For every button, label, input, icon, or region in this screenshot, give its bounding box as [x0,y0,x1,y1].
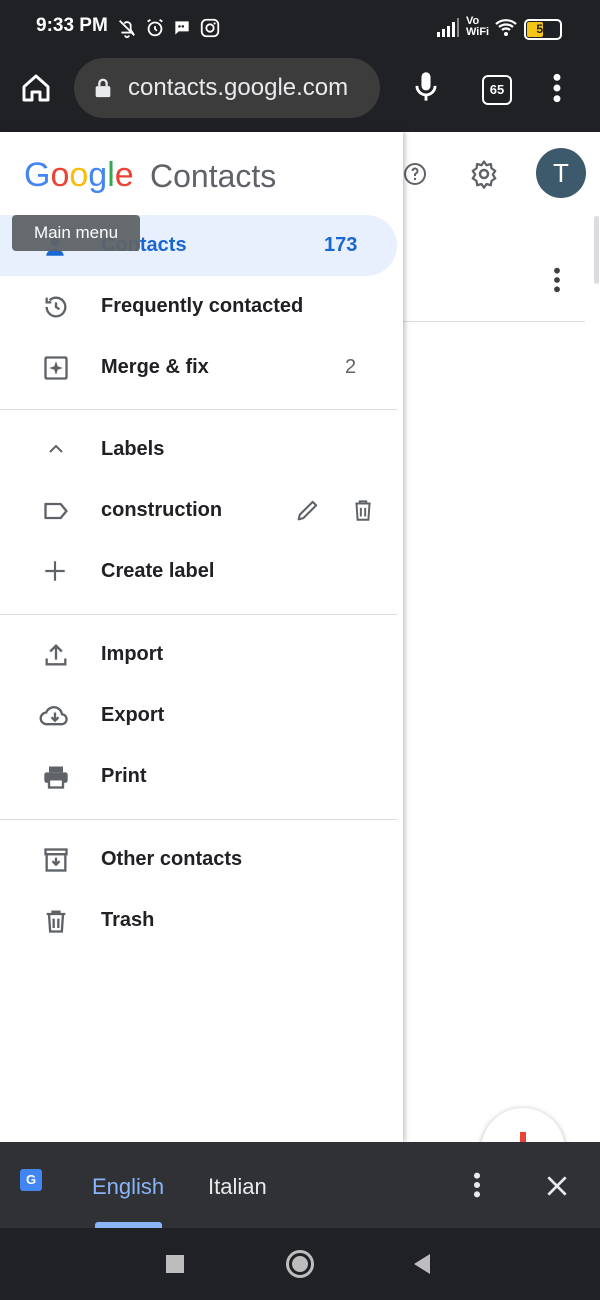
google-logo: Google [24,156,134,194]
back-icon[interactable] [412,1253,432,1275]
status-time: 9:33 PM [36,15,108,36]
nav-item-count: 2 [345,356,357,378]
plus-icon [45,561,65,581]
battery-icon: 51 [524,19,562,40]
app-name: Contacts [150,158,277,194]
language-tab-english[interactable]: English [92,1174,164,1200]
drawer-divider [0,409,397,410]
labels-section-toggle[interactable]: Labels [0,419,397,480]
nav-drawer: Google Contacts Contacts 173 Frequently … [0,132,403,1142]
nav-item-label: Import [101,643,164,665]
edit-icon[interactable] [294,496,322,524]
merge-fix-icon [44,356,68,380]
main-content: T [403,132,600,1192]
status-bar: 9:33 PM Vo WiFi 51 [0,0,600,56]
help-icon[interactable] [403,160,427,188]
settings-icon[interactable] [469,159,499,189]
delete-label-icon[interactable] [350,496,376,524]
drawer-divider [0,819,397,820]
system-nav-bar [0,1228,600,1300]
bell-off-icon [119,20,135,39]
home-circle-icon[interactable] [286,1250,314,1278]
translate-logo-letter: G [20,1169,42,1191]
alarm-icon [147,18,163,37]
content-divider [403,321,585,322]
nav-item-label: construction [101,499,223,521]
close-icon[interactable] [544,1173,570,1199]
chevron-up-icon [49,444,63,453]
archive-icon [44,848,68,872]
nav-item-label: Frequently contacted [101,295,304,317]
nav-item-label: Export [101,704,165,726]
nav-item-trash[interactable]: Trash [0,890,397,951]
nav-item-import[interactable]: Import [0,624,397,685]
nav-item-export[interactable]: Export [0,685,397,746]
lock-icon [95,78,111,98]
recents-icon[interactable] [166,1255,184,1273]
battery-level: 51 [536,22,550,36]
nav-item-label-construction[interactable]: construction [0,480,397,541]
language-tab-italian[interactable]: Italian [208,1174,267,1200]
wifi-icon [495,19,517,36]
nav-item-count: 173 [324,234,358,256]
signal-icon [437,18,459,37]
nav-item-label: Merge & fix [101,356,209,378]
main-menu-tooltip: Main menu [12,215,140,251]
google-translate-icon: G [20,1169,54,1201]
nav-item-frequently-contacted[interactable]: Frequently contacted [0,276,397,337]
translate-more-icon[interactable] [469,1171,485,1199]
print-icon [44,766,68,789]
more-vert-icon[interactable] [548,72,566,104]
create-label-text: Create label [101,560,215,582]
labels-header: Labels [101,438,165,460]
nav-item-print[interactable]: Print [0,746,397,807]
nav-item-label: Other contacts [101,848,243,870]
chat-icon [175,21,189,35]
history-icon [45,296,67,318]
home-icon[interactable] [20,72,52,104]
tabs-button[interactable]: 65 [482,75,512,105]
url-text[interactable]: contacts.google.com [128,74,348,102]
label-icon [44,502,68,520]
create-label-button[interactable]: Create label [0,541,397,602]
scrollbar[interactable] [594,216,599,284]
row-more-icon[interactable] [549,266,565,294]
mic-icon[interactable] [412,70,440,104]
translate-bar: G English Italian [0,1142,600,1228]
nav-item-merge-fix[interactable]: Merge & fix 2 [0,337,397,398]
cloud-download-icon [39,706,68,726]
nav-item-label: Print [101,765,147,787]
vowifi-label: Vo WiFi [466,15,490,38]
drawer-divider [0,614,397,615]
nav-item-other-contacts[interactable]: Other contacts [0,829,397,890]
avatar[interactable]: T [536,148,586,198]
upload-icon [45,644,67,666]
nav-item-label: Trash [101,909,155,931]
instagram-icon [200,18,220,38]
trash-icon [46,910,66,933]
